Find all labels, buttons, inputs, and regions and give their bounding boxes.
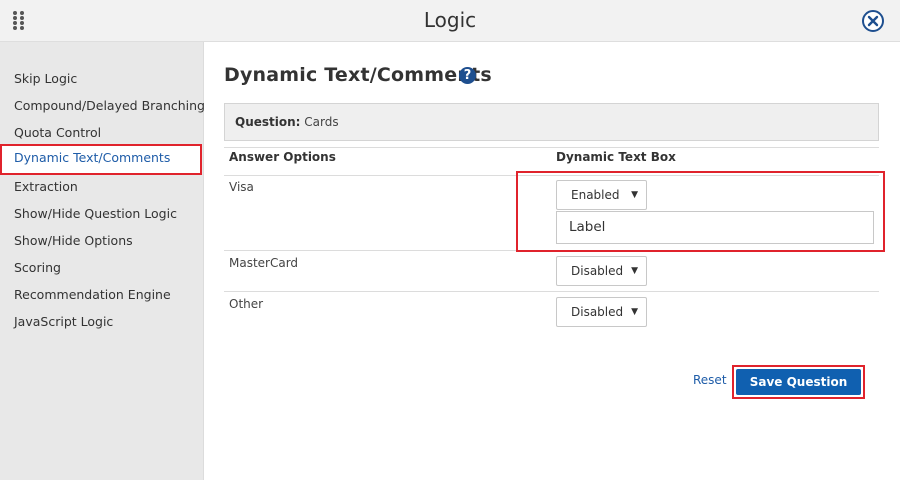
question-box: Question: Cards xyxy=(224,103,879,141)
question-label: Question: xyxy=(235,115,301,129)
select-value: Enabled xyxy=(571,188,620,202)
sidebar-item-scoring[interactable]: Scoring xyxy=(0,254,202,281)
modal-title: Logic xyxy=(423,8,477,32)
caret-down-icon: ▼ xyxy=(631,307,638,317)
dynamic-text-select-visa[interactable]: Enabled ▼ xyxy=(556,180,647,210)
sidebar-item-quota-control[interactable]: Quota Control xyxy=(0,119,202,146)
divider xyxy=(224,291,879,292)
sidebar-item-extraction[interactable]: Extraction xyxy=(0,173,202,200)
select-value: Disabled xyxy=(571,264,624,278)
sidebar: Skip Logic Compound/Delayed Branching Qu… xyxy=(0,42,205,480)
help-icon[interactable]: ? xyxy=(459,67,476,84)
save-button-highlight: Save Question Logic xyxy=(732,365,865,415)
sidebar-item-show-hide-options[interactable]: Show/Hide Options xyxy=(0,227,202,254)
divider xyxy=(224,147,879,148)
sidebar-item-show-hide-question-logic[interactable]: Show/Hide Question Logic xyxy=(0,200,202,227)
page-title: Dynamic Text/Comments xyxy=(224,64,492,86)
answer-option-label: Visa xyxy=(229,180,254,194)
caret-down-icon: ▼ xyxy=(631,190,638,200)
dynamic-text-input-visa[interactable]: Label xyxy=(556,211,874,244)
sidebar-item-javascript-logic[interactable]: JavaScript Logic xyxy=(0,308,202,335)
select-value: Disabled xyxy=(571,305,624,319)
answer-option-label: MasterCard xyxy=(229,256,299,270)
column-header-answer-options: Answer Options xyxy=(229,150,336,164)
reset-link[interactable]: Reset xyxy=(693,373,727,387)
sidebar-item-dynamic-text-comments[interactable]: Dynamic Text/Comments xyxy=(0,144,202,175)
caret-down-icon: ▼ xyxy=(631,266,638,276)
dynamic-text-select-mastercard[interactable]: Disabled ▼ xyxy=(556,256,647,286)
save-question-logic-button[interactable]: Save Question Logic xyxy=(736,369,861,415)
column-header-dynamic-text-box: Dynamic Text Box xyxy=(556,150,676,164)
dynamic-text-select-other[interactable]: Disabled ▼ xyxy=(556,297,647,327)
sidebar-item-recommendation-engine[interactable]: Recommendation Engine xyxy=(0,281,202,308)
question-value: Cards xyxy=(304,115,339,129)
sidebar-item-compound-delayed-branching[interactable]: Compound/Delayed Branching xyxy=(0,92,205,119)
answer-option-label: Other xyxy=(229,297,264,311)
close-icon[interactable] xyxy=(862,10,884,32)
modal-header: Logic xyxy=(0,0,900,42)
sidebar-item-skip-logic[interactable]: Skip Logic xyxy=(0,65,202,92)
